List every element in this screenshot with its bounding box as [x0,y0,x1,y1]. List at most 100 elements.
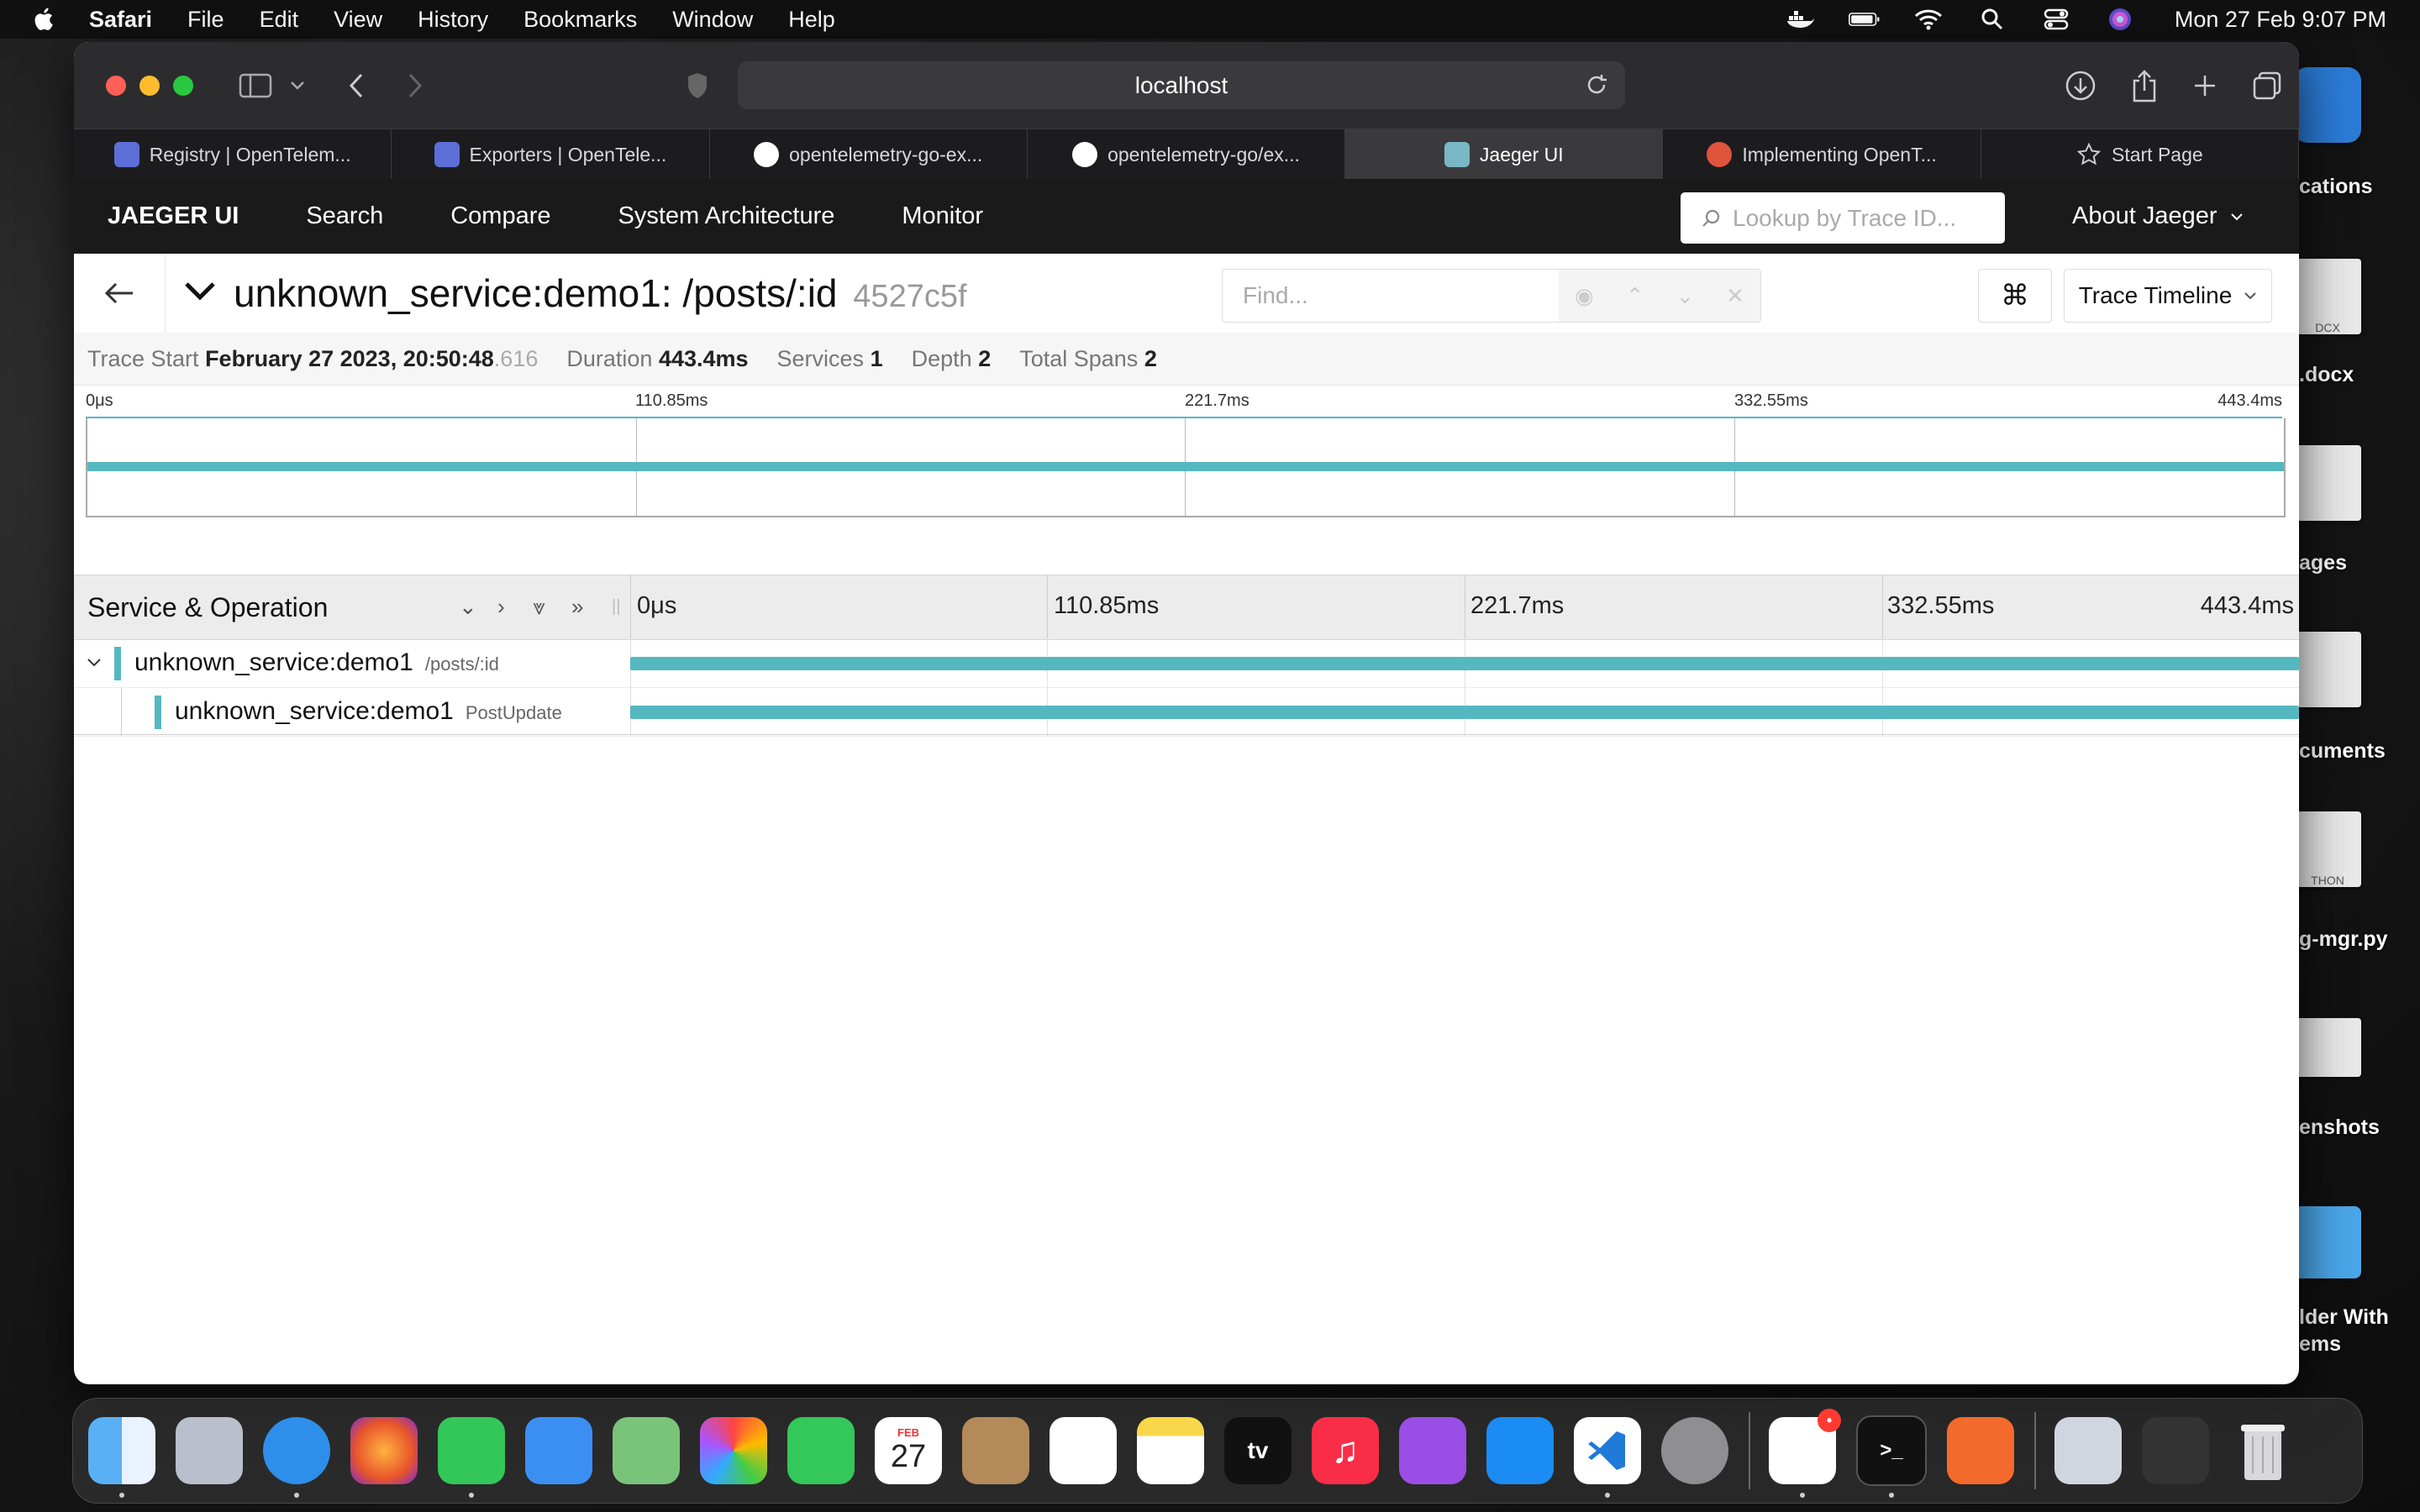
trace-view-select[interactable]: Trace Timeline [2064,269,2272,323]
apple-menu-icon[interactable] [30,5,59,34]
dock-screenshots-stack[interactable] [2142,1417,2209,1484]
dock-notes[interactable] [1137,1417,1204,1484]
dock-reminders[interactable] [1050,1417,1117,1484]
pages-stack-icon[interactable] [2294,445,2361,521]
clear-icon[interactable]: ✕ [1726,283,1744,309]
address-bar[interactable]: localhost [738,61,1625,109]
span-row[interactable]: unknown_service:demo1/posts/:id [74,638,2299,688]
dock-mail[interactable] [525,1417,592,1484]
battery-icon[interactable] [1848,8,1881,31]
tab-jaeger-ui[interactable]: Jaeger UI [1345,129,1664,180]
dock-facetime[interactable] [787,1417,855,1484]
tab-registry[interactable]: Registry | OpenTelem... [74,129,392,180]
close-window-button[interactable] [106,75,126,96]
tab-start-page[interactable]: Start Page [1981,129,2299,180]
zoom-window-button[interactable] [173,75,193,96]
screenshots-stack-icon[interactable] [2294,1018,2361,1077]
find-in-trace-input[interactable]: Find... ◉ ⌃ ⌄ ✕ [1222,269,1761,323]
nav-compare[interactable]: Compare [450,202,550,230]
folder-icon[interactable] [2294,1206,2361,1278]
desktop-item-pages[interactable]: ages [2299,551,2347,575]
dock-firefox[interactable] [350,1417,418,1484]
tab-implementing[interactable]: Implementing OpenT... [1663,129,1981,180]
dock-messages[interactable] [438,1417,505,1498]
downloads-icon[interactable] [2062,67,2099,104]
tab-github-2[interactable]: opentelemetry-go/ex... [1028,129,1346,180]
chevron-down-icon[interactable] [279,67,316,104]
span-bar[interactable] [630,706,2299,719]
collapse-trace-chevron-icon[interactable] [183,279,217,304]
dock-photos[interactable] [700,1417,767,1484]
trace-minimap[interactable]: 0μs 110.85ms 221.7ms 332.55ms 443.4ms [86,385,2286,558]
wifi-icon[interactable] [1912,8,1944,31]
dock-calendar[interactable]: FEB 27 [875,1417,942,1484]
menu-help[interactable]: Help [788,7,835,33]
menu-edit[interactable]: Edit [260,7,299,33]
span-bar[interactable] [630,657,2299,670]
documents-stack-icon[interactable] [2294,632,2361,707]
keyboard-shortcuts-button[interactable]: ⌘ [1978,269,2052,323]
menu-history[interactable]: History [418,7,488,33]
dock-finder[interactable] [88,1417,155,1498]
tab-github-1[interactable]: opentelemetry-go-ex... [710,129,1028,180]
forward-icon[interactable] [397,67,434,104]
column-resize-handle[interactable]: || [612,597,620,617]
dock-maps[interactable] [613,1417,680,1484]
expand-one-icon[interactable]: › [497,594,505,620]
dock-contacts[interactable] [962,1417,1029,1484]
desktop-item-folder[interactable]: lder With [2299,1305,2389,1330]
tab-overview-icon[interactable] [2249,67,2286,104]
dock-system-settings[interactable] [1661,1417,1728,1484]
dock-slack[interactable]: • [1769,1409,1841,1498]
nav-search[interactable]: Search [306,202,383,230]
jaeger-brand-link[interactable]: JAEGER UI [108,202,239,230]
desktop-item-documents[interactable]: cuments [2299,739,2386,764]
back-to-search-button[interactable] [74,254,166,333]
siri-icon[interactable] [2104,8,2136,31]
nav-system-architecture[interactable]: System Architecture [618,202,835,230]
vscode-desktop-icon[interactable] [2294,67,2361,143]
desktop-item-applications[interactable]: cations [2299,175,2373,199]
dock-pages[interactable] [1947,1417,2014,1484]
menu-bookmarks[interactable]: Bookmarks [523,7,637,33]
spotlight-search-icon[interactable] [1976,8,2008,31]
tab-exporters[interactable]: Exporters | OpenTele... [392,129,710,180]
minimize-window-button[interactable] [139,75,160,96]
chevron-up-icon[interactable]: ⌃ [1626,283,1644,309]
dock-terminal[interactable]: >_ [1856,1415,1927,1498]
reload-icon[interactable] [1585,73,1608,102]
chevron-down-icon[interactable]: ⌄ [1676,283,1694,309]
docker-icon[interactable] [1785,8,1817,31]
docx-file-icon[interactable]: DCX [2294,259,2361,334]
dock-music[interactable]: ♫ [1312,1417,1379,1484]
menu-app-name[interactable]: Safari [89,7,152,33]
trace-id-lookup-input[interactable]: Lookup by Trace ID... [1681,192,2005,244]
span-row[interactable]: unknown_service:demo1 PostUpdate [74,687,2299,737]
collapse-one-icon[interactable]: ⌄ [459,594,477,620]
menu-file[interactable]: File [187,7,224,33]
nav-monitor[interactable]: Monitor [902,202,983,230]
locate-icon[interactable]: ◉ [1575,283,1594,309]
desktop-item-docx[interactable]: .docx [2299,363,2354,387]
desktop-item-folder-line2[interactable]: ems [2299,1332,2341,1357]
back-icon[interactable] [338,67,375,104]
desktop-item-python-file[interactable]: g-mgr.py [2299,927,2388,952]
sidebar-toggle-icon[interactable] [237,67,274,104]
dock-app-store[interactable] [1486,1417,1554,1484]
dock-podcasts[interactable] [1399,1417,1466,1484]
dock-downloads-stack[interactable] [2054,1417,2122,1484]
about-jaeger-menu[interactable]: About Jaeger [2072,179,2244,254]
dock-launchpad[interactable] [176,1417,243,1484]
menu-window[interactable]: Window [672,7,753,33]
dock-trash[interactable] [2229,1417,2296,1484]
menu-view[interactable]: View [334,7,382,33]
dock-safari[interactable] [263,1417,330,1498]
menubar-clock[interactable]: Mon 27 Feb 9:07 PM [2175,7,2386,33]
privacy-shield-icon[interactable] [679,67,716,104]
control-center-icon[interactable] [2040,8,2072,31]
python-file-icon[interactable]: THON [2294,811,2361,887]
expand-all-icon[interactable]: » [571,594,583,620]
dock-tv[interactable]: tv [1224,1417,1292,1484]
dock-vscode[interactable] [1574,1417,1641,1498]
desktop-item-screenshots[interactable]: enshots [2299,1116,2380,1140]
